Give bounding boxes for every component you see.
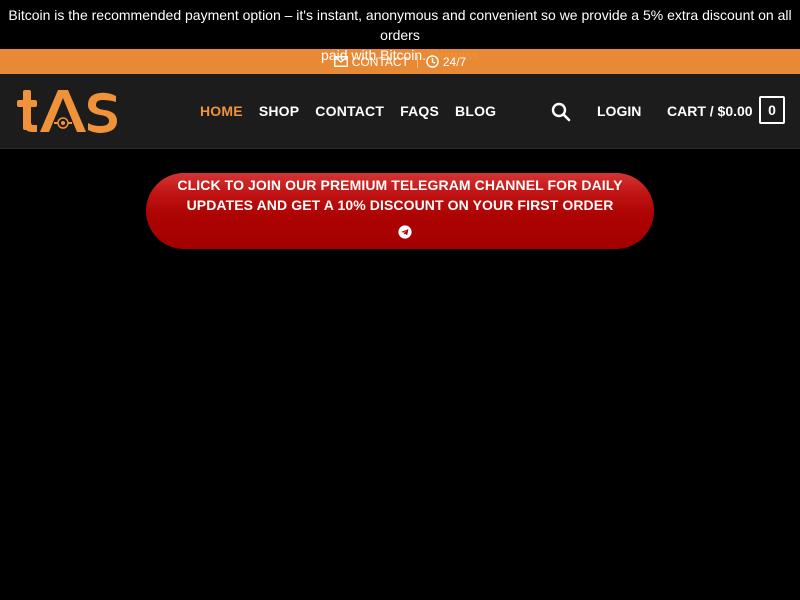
nav-home[interactable]: HOME	[200, 103, 243, 119]
banner-line-2: UPDATES AND GET A 10% DISCOUNT ON YOUR F…	[186, 197, 614, 213]
site-header: HOME SHOP CONTACT FAQS BLOG LOGIN CART /…	[0, 74, 800, 149]
nav-contact[interactable]: CONTACT	[315, 103, 384, 119]
telegram-icon	[398, 225, 412, 239]
nav-faqs[interactable]: FAQS	[400, 103, 439, 119]
cart-link[interactable]: CART / $0.00	[667, 74, 753, 148]
envelope-icon	[333, 56, 348, 67]
main-nav: HOME SHOP CONTACT FAQS BLOG	[200, 74, 496, 148]
banner-text: CLICK TO JOIN OUR PREMIUM TELEGRAM CHANN…	[146, 173, 654, 215]
login-link[interactable]: LOGIN	[597, 74, 641, 148]
nav-shop[interactable]: SHOP	[259, 103, 299, 119]
nav-blog[interactable]: BLOG	[455, 103, 496, 119]
search-icon[interactable]	[551, 102, 571, 122]
topbar-hours-label: 24/7	[442, 54, 467, 69]
cart-count-badge[interactable]: 0	[759, 96, 785, 124]
notice-line-1: Bitcoin is the recommended payment optio…	[8, 7, 792, 43]
telegram-banner-button[interactable]: CLICK TO JOIN OUR PREMIUM TELEGRAM CHANN…	[146, 173, 654, 249]
topbar-contact-link[interactable]: CONTACT	[326, 55, 417, 69]
banner-line-1: CLICK TO JOIN OUR PREMIUM TELEGRAM CHANN…	[177, 177, 623, 193]
store-notice: Bitcoin is the recommended payment optio…	[0, 0, 800, 63]
topbar-hours: 24/7	[418, 55, 474, 69]
clock-icon	[426, 55, 439, 68]
tas-logo[interactable]	[16, 84, 120, 140]
topbar-contact-label: CONTACT	[351, 54, 409, 69]
